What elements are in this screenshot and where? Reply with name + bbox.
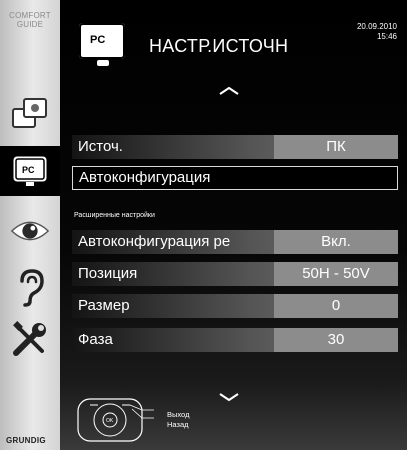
- position-value: 50Н - 50V: [274, 262, 398, 286]
- menu-row-position[interactable]: Позиция 50Н - 50V: [72, 262, 398, 286]
- side-menu-item-source[interactable]: [9, 95, 51, 133]
- pc-source-badge: PC: [79, 23, 125, 66]
- main-panel: PC НАСТР.ИСТОЧН 20.09.2010 15:46 Источ. …: [60, 0, 407, 450]
- back-hint: Назад: [167, 420, 189, 429]
- ear-icon: [20, 269, 44, 307]
- side-menu-item-pc[interactable]: PC: [9, 152, 51, 190]
- source-value: ПК: [274, 135, 398, 159]
- tools-icon: [13, 321, 46, 356]
- clock: 20.09.2010 15:46: [357, 22, 397, 42]
- page-title: НАСТР.ИСТОЧН: [149, 36, 289, 56]
- date-text: 20.09.2010: [356, 22, 397, 31]
- menu-row-source[interactable]: Источ. ПК: [72, 135, 398, 159]
- grundig-logo: GRUNDIG: [6, 436, 46, 445]
- menu-row-phase[interactable]: Фаза 30: [72, 328, 398, 352]
- side-menu-item-settings[interactable]: [9, 320, 51, 358]
- auto-config-mode-value: Вкл.: [274, 230, 398, 254]
- menu-row-size[interactable]: Размер 0: [72, 294, 398, 318]
- comfort-guide-label: COMFORT GUIDE: [9, 11, 51, 29]
- exit-hint: Выход: [167, 410, 190, 419]
- time-text: 15:46: [376, 32, 397, 41]
- eye-icon: [10, 221, 50, 241]
- ok-key-label: OK: [106, 418, 114, 424]
- side-menu-item-picture[interactable]: [9, 212, 51, 250]
- svg-text:PC: PC: [22, 165, 35, 175]
- phase-value: 30: [274, 328, 398, 352]
- size-value: 0: [274, 294, 398, 318]
- source-input-icon: [12, 98, 47, 128]
- scroll-down-icon[interactable]: [218, 392, 240, 402]
- side-menu-item-sound[interactable]: [9, 268, 51, 307]
- menu-row-auto-config[interactable]: Автоконфигурация: [72, 166, 398, 190]
- remote-control-icon: OK: [77, 398, 154, 442]
- pc-monitor-icon: PC: [13, 156, 47, 186]
- scroll-up-icon[interactable]: [218, 86, 240, 96]
- advanced-settings-heading: Расширенные настройки: [74, 212, 155, 219]
- settings-screen: COMFORT GUIDE PC GRUNDIG PC НАСТР.ИСТОЧН…: [0, 0, 407, 450]
- menu-row-auto-config-mode[interactable]: Автоконфигурация ре Вкл.: [72, 230, 398, 254]
- side-menu: COMFORT GUIDE PC GRUNDIG: [0, 0, 62, 450]
